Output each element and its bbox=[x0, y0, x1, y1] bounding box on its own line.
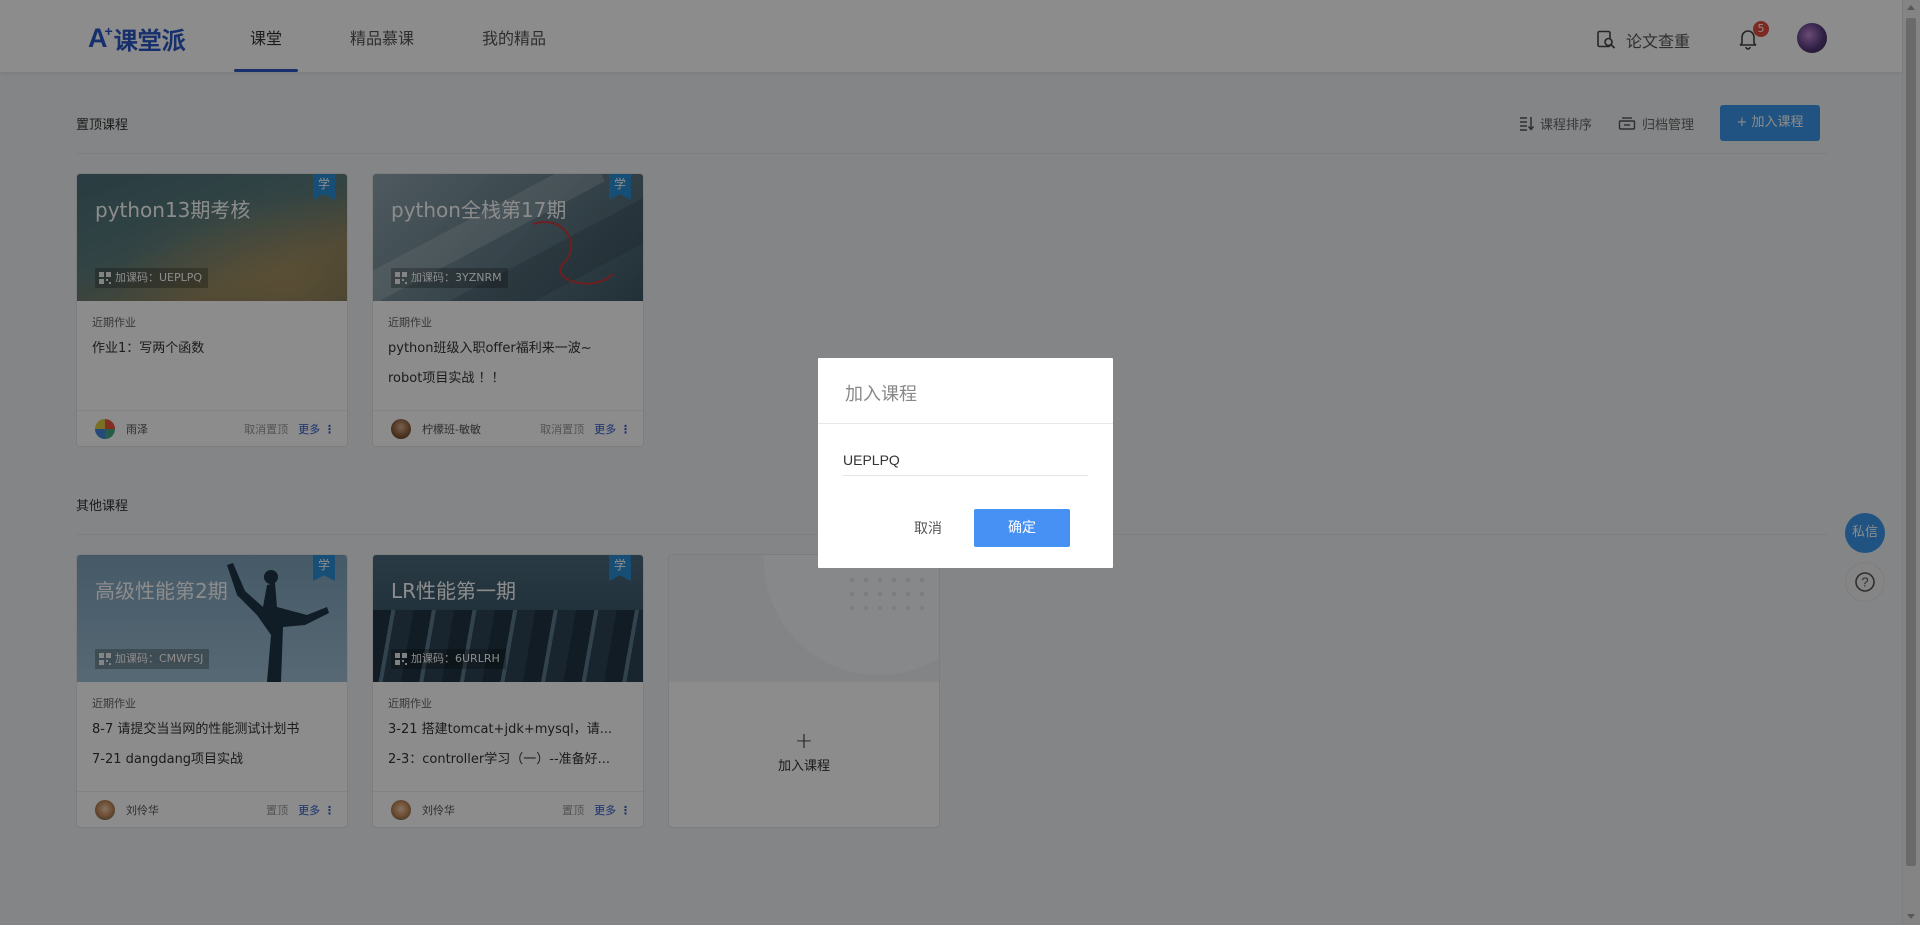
confirm-button[interactable]: 确定 bbox=[974, 509, 1070, 547]
dialog-title: 加入课程 bbox=[818, 358, 1113, 424]
cancel-button[interactable]: 取消 bbox=[888, 510, 968, 548]
course-code-input[interactable] bbox=[843, 444, 1088, 476]
join-course-dialog: 加入课程 取消 确定 bbox=[818, 358, 1113, 568]
